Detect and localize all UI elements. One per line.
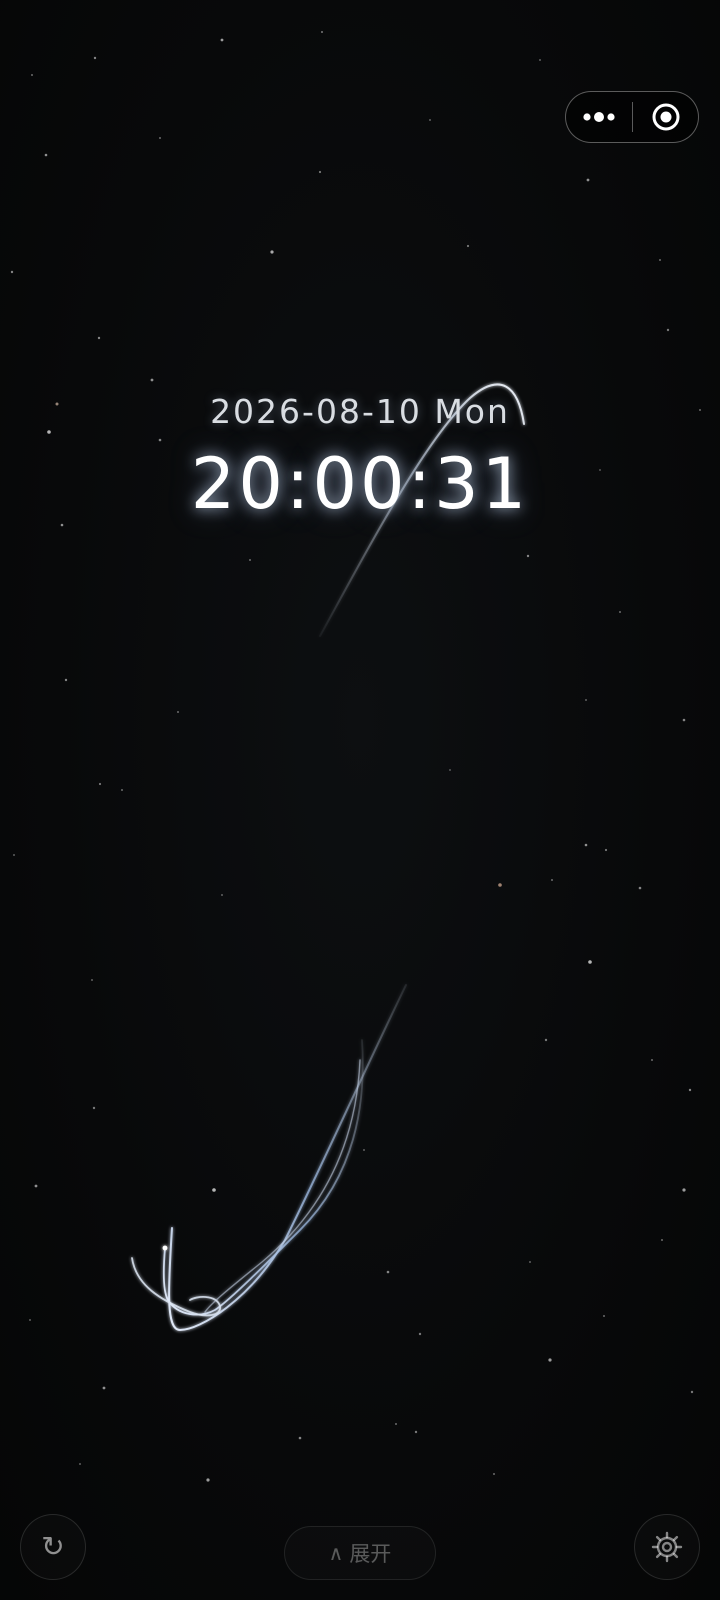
close-button[interactable] xyxy=(633,92,698,142)
stars xyxy=(10,31,701,1482)
date-label: 2026-08-10 Mon xyxy=(210,392,510,431)
expand-label: 展开 xyxy=(349,1542,392,1566)
chevron-up-icon: ∧ xyxy=(328,1541,344,1565)
expand-button[interactable]: ∧ 展开 xyxy=(284,1526,436,1580)
more-button[interactable] xyxy=(566,92,632,142)
settings-button[interactable] xyxy=(634,1514,700,1580)
refresh-button[interactable]: ↻ xyxy=(20,1514,86,1580)
more-dots-icon xyxy=(583,112,615,122)
gear-icon xyxy=(651,1531,683,1563)
time-label: 20:00:31 xyxy=(190,443,530,525)
target-close-icon xyxy=(652,103,679,131)
starfield xyxy=(10,31,701,1482)
capsule-menu xyxy=(565,91,699,143)
comet-trail-lower xyxy=(131,984,407,1332)
refresh-icon: ↻ xyxy=(41,1530,65,1563)
screen: 2026-08-10 Mon 20:00:31 ↻ ∧ 展开 xyxy=(0,0,720,1600)
